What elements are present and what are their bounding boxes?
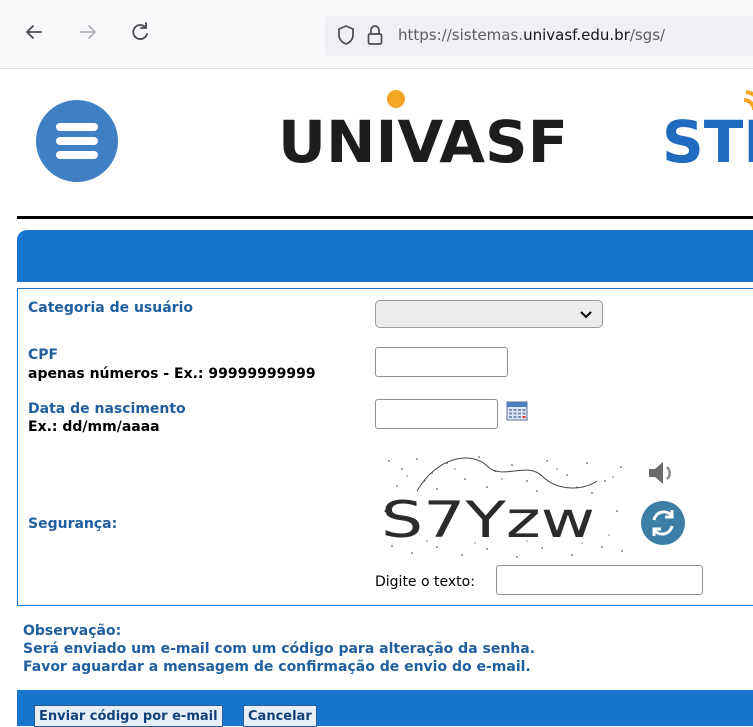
sti-wordmark: STI	[662, 108, 753, 168]
browser-toolbar: https://sistemas.univasf.edu.br/sgs/	[0, 0, 753, 69]
observacao-line-2: Favor aguardar a mensagem de confirmação…	[23, 659, 531, 675]
captcha-text: S7Yzw	[381, 491, 595, 549]
url-host: univasf.edu.br	[523, 26, 630, 44]
cpf-input[interactable]	[375, 347, 508, 377]
url-prefix: https://sistemas.	[398, 26, 524, 44]
digite-label: Digite o texto:	[375, 574, 475, 590]
url-text[interactable]: https://sistemas.univasf.edu.br/sgs/	[398, 26, 665, 44]
shield-icon[interactable]	[336, 24, 356, 46]
categoria-label: Categoria de usuário	[28, 300, 193, 316]
nascimento-input[interactable]	[375, 399, 498, 429]
reload-icon[interactable]	[128, 20, 152, 44]
menu-bar-bottom	[56, 151, 98, 159]
categoria-select[interactable]	[375, 300, 603, 328]
title-bar	[17, 230, 753, 282]
nascimento-hint: Ex.: dd/mm/aaaa	[28, 419, 160, 435]
cpf-label: CPF	[28, 347, 59, 363]
sti-logo: STI	[662, 90, 753, 168]
lock-icon[interactable]	[366, 24, 384, 46]
captcha-input[interactable]	[496, 565, 703, 595]
speaker-icon[interactable]	[643, 455, 679, 491]
cancelar-button[interactable]: Cancelar	[243, 705, 317, 727]
nascimento-label: Data de nascimento	[28, 401, 186, 417]
refresh-captcha-icon[interactable]	[640, 500, 686, 546]
header-divider	[17, 216, 753, 219]
calendar-icon[interactable]	[506, 401, 528, 421]
captcha-line	[416, 457, 598, 492]
menu-bar-middle	[56, 137, 98, 145]
univasf-logo: UNIVASF	[278, 90, 568, 168]
menu-bar-top	[56, 123, 98, 131]
captcha-image: S7Yzw	[377, 451, 633, 564]
observacao-title: Observação:	[23, 623, 122, 639]
seguranca-label: Segurança:	[28, 516, 118, 532]
forward-arrow-icon[interactable]	[76, 20, 100, 44]
cpf-hint: apenas números - Ex.: 99999999999	[28, 366, 316, 382]
logo-wordmark: UNIVASF	[278, 108, 568, 168]
url-suffix: /sgs/	[629, 26, 666, 44]
enviar-codigo-button[interactable]: Enviar código por e-mail	[34, 705, 223, 727]
logo-dot	[387, 90, 405, 108]
menu-button[interactable]	[36, 100, 118, 182]
observacao-line-1: Será enviado um e-mail com um código par…	[23, 641, 536, 657]
back-arrow-icon[interactable]	[22, 20, 46, 44]
chevron-down-icon	[580, 311, 592, 319]
